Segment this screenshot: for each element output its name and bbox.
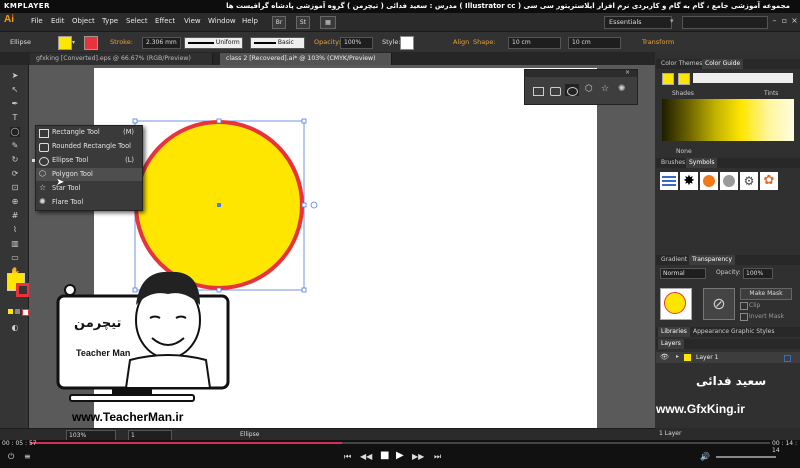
symbols-list: ✸ ⚙ ✿ — [660, 172, 796, 194]
clip-checkbox[interactable] — [740, 302, 748, 310]
tab-graphic-styles[interactable]: Graphic Styles — [728, 327, 777, 337]
tab-brushes[interactable]: Brushes — [658, 158, 688, 168]
ellipse-tool-label: Ellipse Tool — [52, 156, 89, 164]
close-icon[interactable]: × — [625, 69, 630, 76]
libraries-panel-tabs: Libraries Appearance Graphic Styles — [656, 327, 800, 337]
blend-mode-dropdown[interactable]: Normal — [660, 268, 706, 279]
live-corner-widget — [310, 201, 318, 209]
tab-appearance[interactable]: Appearance — [690, 327, 732, 337]
tab-color-guide[interactable]: Color Guide — [702, 59, 744, 69]
transparency-opacity-input[interactable]: 100% — [743, 268, 773, 279]
symbol-splat[interactable]: ✸ — [680, 172, 698, 190]
invert-mask-checkbox[interactable] — [740, 313, 748, 321]
color-panel-tabs: Color Themes Color Guide — [656, 59, 800, 69]
tab-transparency[interactable]: Transparency — [689, 255, 736, 265]
rounded-rectangle-icon — [39, 143, 49, 152]
clip-label: Clip — [749, 302, 761, 309]
shades-label: Shades — [672, 90, 694, 97]
transparency-opacity-label: Opacity: — [716, 269, 741, 276]
gfxking-overlay: سعید فدائی www.GfxKing.ir — [656, 352, 800, 428]
rectangle-tool-label: Rectangle Tool — [52, 128, 100, 136]
tab-color-themes[interactable]: Color Themes — [658, 59, 705, 69]
star-tool-item[interactable]: ☆ Star Tool — [36, 182, 142, 195]
teacher-name: Teacher Man — [76, 348, 131, 358]
layers-count: 1 Layer — [659, 430, 682, 437]
ellipse-tool-shortcut: (L) — [125, 156, 134, 164]
teacher-logo-text: تیچرمن — [74, 316, 122, 331]
fast-forward-icon[interactable]: ▶▶ — [412, 452, 424, 461]
playlist-icon[interactable]: ≡ — [24, 452, 31, 461]
gfxking-url: www.GfxKing.ir — [656, 402, 745, 416]
next-icon[interactable]: ⏭ — [434, 452, 441, 462]
base-color-swatch[interactable] — [662, 73, 674, 85]
tab-gradient[interactable]: Gradient — [658, 255, 690, 265]
rounded-rectangle-tool-item[interactable]: Rounded Rectangle Tool — [36, 140, 142, 153]
layers-footer: 1 Layer — [655, 428, 800, 440]
current-time: 00 : 05 : 57 — [2, 440, 37, 447]
seek-bar-progress — [30, 442, 342, 444]
polygon-icon[interactable]: ⬡ — [585, 84, 593, 94]
transparency-panel-tabs: Gradient Transparency — [656, 255, 800, 265]
symbol-gray-ball[interactable] — [720, 172, 738, 190]
symbol-flower[interactable]: ✿ — [760, 172, 778, 190]
rectangle-tool-shortcut: (M) — [123, 128, 134, 136]
volume-icon[interactable]: 🔊 — [700, 452, 710, 461]
panel-grip[interactable] — [525, 70, 637, 77]
tab-symbols[interactable]: Symbols — [686, 158, 718, 168]
volume-slider[interactable] — [716, 456, 776, 458]
teacher-man-logo — [56, 271, 230, 402]
floating-shape-panel: × ⬡ ☆ ✺ — [524, 69, 638, 105]
make-mask-button[interactable]: Make Mask — [740, 288, 792, 300]
shape-tools-flyout: Rectangle Tool (M) Rounded Rectangle Too… — [32, 125, 143, 211]
flare-tool-label: Flare Tool — [52, 198, 84, 206]
tints-label: Tints — [764, 90, 779, 97]
teacher-url: www.TeacherMan.ir — [72, 410, 184, 424]
layers-panel-tabs: Layers — [656, 339, 800, 349]
ellipse-icon — [39, 157, 49, 166]
ellipse-icon — [567, 87, 578, 96]
none-label: None — [676, 148, 692, 155]
harmony-rules-dropdown[interactable] — [693, 73, 793, 83]
rectangle-icon[interactable] — [533, 87, 544, 96]
mouse-cursor-icon: ➤ — [56, 177, 65, 188]
stop-icon[interactable]: ■ — [380, 450, 389, 461]
polygon-tool-item[interactable]: ⬡ Polygon Tool — [36, 168, 142, 181]
color-guide-grid[interactable] — [662, 99, 794, 141]
flare-icon: ✺ — [39, 197, 46, 206]
current-tool-status: Ellipse — [240, 431, 260, 438]
rectangle-icon — [39, 129, 49, 138]
symbol-gear-ring[interactable]: ⚙ — [740, 172, 758, 190]
tab-layers[interactable]: Layers — [658, 339, 684, 349]
rounded-rectangle-tool-label: Rounded Rectangle Tool — [52, 142, 131, 150]
previous-icon[interactable]: ⏮ — [344, 452, 351, 462]
symbol-orange-ball[interactable] — [700, 172, 718, 190]
object-thumbnail — [660, 288, 692, 320]
harmony-swatch[interactable] — [678, 73, 690, 85]
mask-placeholder-icon: ⊘ — [703, 288, 735, 320]
flare-tool-item[interactable]: ✺ Flare Tool — [36, 196, 142, 209]
power-icon[interactable]: ⏻ — [8, 452, 14, 462]
star-icon: ☆ — [39, 183, 47, 192]
invert-mask-label: Invert Mask — [749, 313, 784, 320]
symbol-blue-lines[interactable] — [660, 172, 678, 190]
star-icon[interactable]: ☆ — [601, 84, 609, 94]
ellipse-tool-item[interactable]: Ellipse Tool (L) — [32, 154, 142, 167]
play-icon[interactable]: ▶ — [396, 450, 404, 461]
center-point — [217, 203, 221, 207]
rectangle-tool-item[interactable]: Rectangle Tool (M) — [36, 126, 142, 139]
rewind-icon[interactable]: ◀◀ — [360, 452, 372, 461]
rounded-rectangle-icon[interactable] — [550, 87, 561, 96]
brushes-panel-tabs: Brushes Symbols — [656, 158, 800, 168]
tab-libraries[interactable]: Libraries — [658, 327, 690, 337]
polygon-icon: ⬡ — [39, 169, 46, 178]
flare-icon[interactable]: ✺ — [618, 84, 626, 94]
total-time: 00 : 14 : 14 — [772, 440, 798, 454]
current-tool-indicator — [32, 159, 35, 162]
gfxking-author-name: سعید فدائی — [696, 374, 767, 388]
